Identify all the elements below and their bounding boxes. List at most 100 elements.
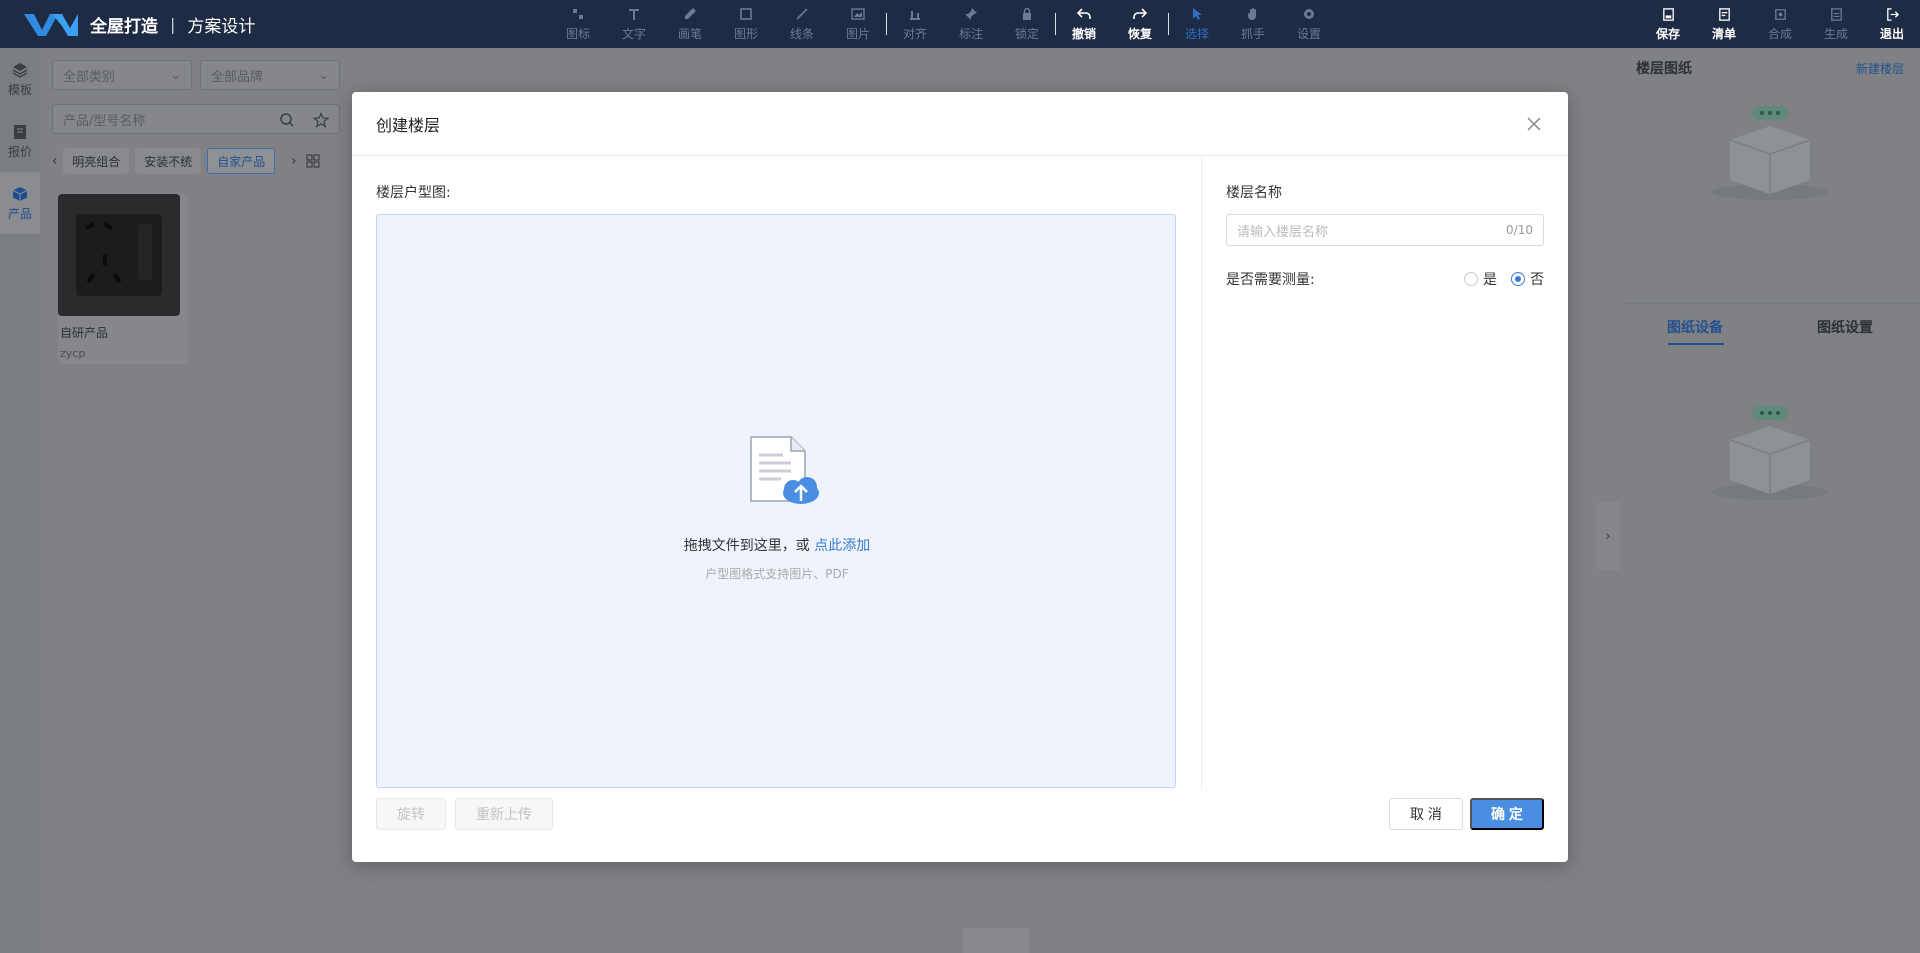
list-label: 清单 [1711,26,1736,41]
product-name: 自研产品 [60,326,109,340]
floor-plan-label: 楼层户型图: [376,185,451,201]
measure-yes-radio[interactable]: 是 [1464,269,1497,289]
measure-no-radio[interactable]: 否 [1511,269,1544,289]
generate-button[interactable]: 生成 [1808,0,1864,48]
chip-bright-combo[interactable]: 明亮组合 [63,148,130,174]
tool-redo-button[interactable]: 恢复 [1112,0,1168,48]
rail-item-template[interactable]: 模板 [0,48,40,110]
file-dropzone[interactable]: 拖拽文件到这里，或 点此添加 户型图格式支持图片、PDF [376,214,1176,788]
brand-select[interactable]: 全部品牌 ⌄ [200,60,340,90]
tool-label: 对齐 [902,27,927,41]
compose-label: 合成 [1767,26,1792,41]
dialog-footer: 旋转 重新上传 取 消 确 定 [352,790,1568,862]
tool-label: 线条 [789,27,814,41]
floor-name-label: 楼层名称 [1226,185,1282,201]
rail-item-quote[interactable]: 报价 [0,110,40,172]
empty-box-illustration [1700,100,1840,210]
pin-icon [965,8,977,20]
brand-select-value: 全部品牌 [211,69,264,85]
char-counter: 0/10 [1506,223,1533,237]
layers-icon [12,62,28,78]
close-icon[interactable] [1524,114,1544,134]
add-file-link[interactable]: 点此添加 [814,538,870,554]
panel-collapse-toggle[interactable]: › [1596,502,1620,570]
generate-label: 生成 [1823,26,1848,41]
image-icon [851,8,865,20]
cursor-icon [1193,8,1202,20]
tool-label: 标注 [958,27,983,41]
tool-shape-button[interactable]: 图形 [718,0,774,48]
new-floor-link[interactable]: 新建楼层 [1856,60,1904,77]
search-icon[interactable] [279,112,295,128]
tool-label: 抓手 [1240,27,1265,41]
tool-annotate-button[interactable]: 标注 [943,0,999,48]
reupload-button[interactable]: 重新上传 [455,798,553,830]
tool-label: 画笔 [677,27,702,41]
upload-column: 楼层户型图: 拖拽文件到这里，或 点此添加 户型图格式支持图片、PDF [376,156,1176,790]
search-placeholder: 产品/型号名称 [63,113,146,129]
tool-lock-button[interactable]: 锁定 [999,0,1055,48]
redo-icon [1133,8,1148,19]
tool-text-button[interactable]: 文字 [606,0,662,48]
floor-name-placeholder: 请输入楼层名称 [1237,224,1329,240]
line-icon [796,8,808,20]
product-card[interactable]: 自研产品 zycp [58,194,188,364]
category-select[interactable]: 全部类别 ⌄ [52,60,192,90]
brand-separator: | [170,14,176,34]
radio-label: 否 [1530,272,1544,288]
compose-button[interactable]: 合成 [1752,0,1808,48]
tool-undo-button[interactable]: 撤销 [1056,0,1112,48]
tool-image-button[interactable]: 图片 [830,0,886,48]
right-toolbar: 保存 清单 合成 生成 退出 [1640,0,1920,48]
product-code: zycp [60,347,86,360]
tool-align-button[interactable]: 对齐 [887,0,943,48]
bottom-expand-tab[interactable] [962,928,1030,953]
tool-hand-button[interactable]: 抓手 [1225,0,1281,48]
hand-icon [1248,8,1256,20]
brand: 全屋打造 | 方案设计 [0,0,255,48]
tab-drawing-devices[interactable]: 图纸设备 [1620,304,1770,349]
tool-label: 文字 [621,27,646,41]
tool-line-button[interactable]: 线条 [774,0,830,48]
tool-icon-button[interactable]: 图标 [550,0,606,48]
tool-select-button[interactable]: 选择 [1169,0,1225,48]
list-button[interactable]: 清单 [1696,0,1752,48]
compose-icon [1774,8,1786,20]
rail-item-product[interactable]: 产品 [0,172,40,234]
tab-drawing-settings[interactable]: 图纸设置 [1770,304,1920,349]
socket-icon [76,214,162,296]
align-icon [910,11,920,20]
star-icon[interactable] [313,112,329,128]
empty-box-illustration [1700,400,1840,510]
save-button[interactable]: 保存 [1640,0,1696,48]
confirm-button[interactable]: 确 定 [1470,798,1544,830]
grid-icon[interactable] [306,154,320,168]
product-panel: 全部类别 ⌄ 全部品牌 ⌄ 产品/型号名称 ‹ 明亮组合 安装不统 自家产品 › [40,48,352,953]
tool-settings-button[interactable]: 设置 [1281,0,1337,48]
drop-instruction: 拖拽文件到这里，或 点此添加 [377,535,1177,555]
rotate-button[interactable]: 旋转 [376,798,446,830]
exit-button[interactable]: 退出 [1864,0,1920,48]
category-select-value: 全部类别 [63,69,116,85]
chevron-left-icon[interactable]: ‹ [52,154,57,169]
chip-install[interactable]: 安装不统 [135,148,202,174]
icon-tool-icon [573,9,583,19]
chip-own-products[interactable]: 自家产品 [207,148,276,174]
floor-name-input[interactable]: 请输入楼层名称 0/10 [1226,214,1544,246]
rail-label: 产品 [7,206,32,221]
text-icon [629,9,639,20]
chevron-right-icon[interactable]: › [291,154,296,169]
tool-label: 恢复 [1127,27,1152,41]
save-label: 保存 [1655,26,1680,41]
gear-icon [1304,9,1314,19]
tool-label: 锁定 [1014,27,1039,41]
shape-icon [740,8,752,20]
exit-label: 退出 [1879,26,1904,41]
filter-row: 全部类别 ⌄ 全部品牌 ⌄ [52,60,340,90]
tool-brush-button[interactable]: 画笔 [662,0,718,48]
product-search-input[interactable]: 产品/型号名称 [52,104,340,134]
empty-box-icon [1712,406,1828,500]
brand-name: 全屋打造 [90,16,158,37]
measure-radio-group: 是 否 [1450,269,1544,289]
cancel-button[interactable]: 取 消 [1389,798,1463,830]
